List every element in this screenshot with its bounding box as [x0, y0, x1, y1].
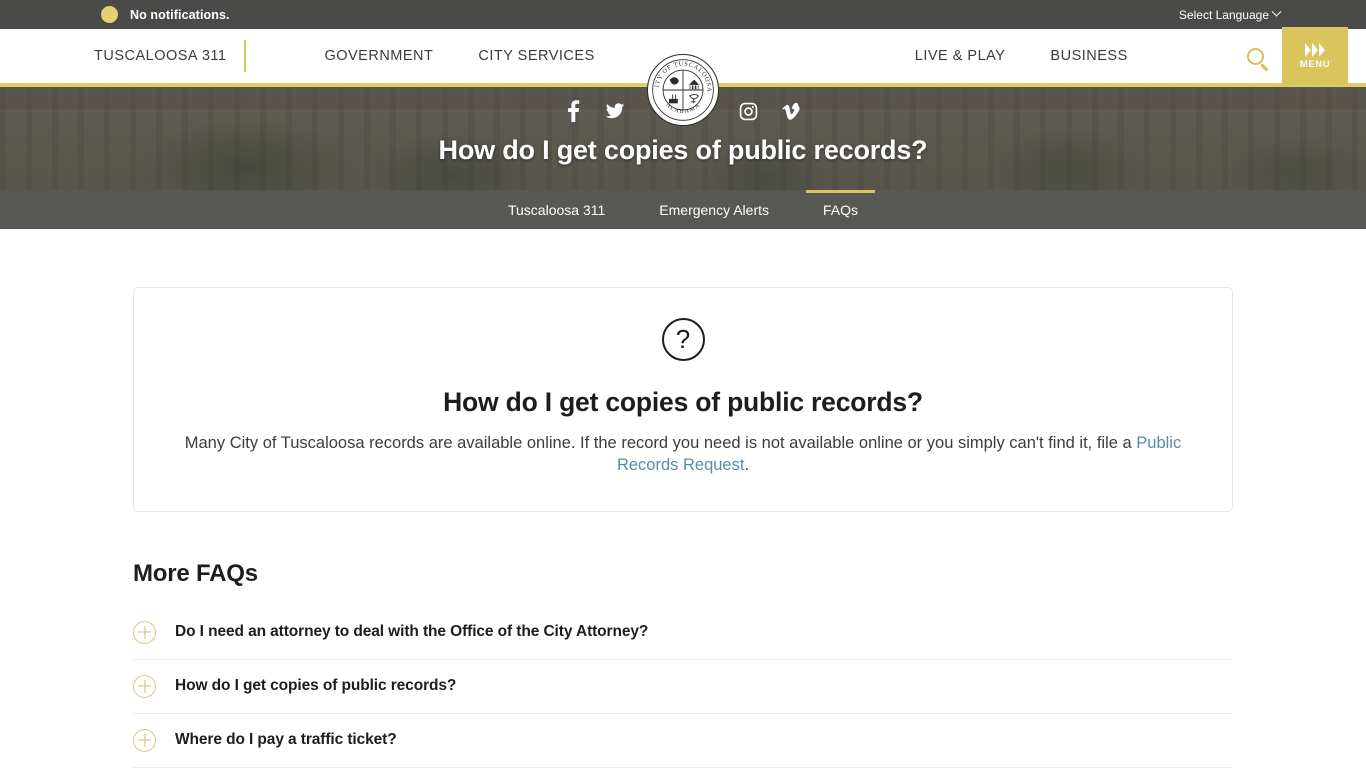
faq-accordion-question: How do I get copies of public records?: [175, 677, 457, 695]
subnav-item-faqs[interactable]: FAQs: [796, 190, 885, 229]
faq-accordion-question: Do I need an attorney to deal with the O…: [175, 623, 649, 641]
nav-item-government[interactable]: GOVERNMENT: [324, 48, 433, 64]
notification-status-text: No notifications.: [130, 7, 230, 22]
notification-status-dot-icon: [101, 6, 118, 23]
featured-faq-card: ? How do I get copies of public records?…: [133, 287, 1233, 512]
menu-button-label: MENU: [1299, 58, 1331, 70]
instagram-icon[interactable]: [739, 102, 758, 121]
plus-circle-icon[interactable]: [133, 620, 156, 644]
more-faqs-list: Do I need an attorney to deal with the O…: [133, 606, 1233, 768]
more-faqs-heading: More FAQs: [133, 559, 258, 587]
nav-item-business[interactable]: BUSINESS: [1050, 48, 1127, 64]
subnav-item-tuscaloosa-311[interactable]: Tuscaloosa 311: [481, 190, 632, 229]
search-icon: [1246, 47, 1264, 65]
plus-circle-icon[interactable]: [133, 728, 156, 752]
main-content: ? How do I get copies of public records?…: [133, 229, 1233, 768]
notification-status: No notifications.: [101, 6, 230, 23]
chevron-down-icon: [1271, 6, 1282, 17]
facebook-icon[interactable]: [566, 100, 581, 122]
secondary-navigation: Tuscaloosa 311 Emergency Alerts FAQs: [0, 190, 1366, 229]
city-of-tuscaloosa-seal-logo[interactable]: CITY OF TUSCALOOSA ALABAMA: [646, 53, 720, 127]
brand-tuscaloosa-311[interactable]: TUSCALOOSA 311: [94, 48, 226, 64]
faq-card-body: Many City of Tuscaloosa records are avai…: [174, 432, 1192, 477]
main-header: TUSCALOOSA 311 GOVERNMENT CITY SERVICES …: [0, 27, 1366, 127]
double-chevron-right-icon: [1305, 42, 1325, 57]
faq-accordion-item[interactable]: How do I get copies of public records?: [133, 660, 1233, 714]
nav-item-live-and-play[interactable]: LIVE & PLAY: [915, 48, 1006, 64]
language-selector-label: Select Language: [1178, 7, 1269, 22]
faq-accordion-item[interactable]: Where do I pay a traffic ticket?: [133, 714, 1233, 768]
notification-bar: No notifications. Select Language: [0, 0, 1366, 29]
question-mark-circle-icon: ?: [661, 318, 705, 361]
primary-navigation: GOVERNMENT CITY SERVICES LIVE & PLAY BUS…: [324, 48, 1127, 64]
vimeo-icon[interactable]: [781, 102, 801, 121]
twitter-icon[interactable]: [605, 101, 625, 121]
faq-card-body-text-after: .: [744, 456, 750, 475]
faq-card-body-text-before: Many City of Tuscaloosa records are avai…: [184, 434, 1137, 452]
hero-title: How do I get copies of public records?: [438, 135, 928, 165]
faq-card-title: How do I get copies of public records?: [443, 387, 923, 417]
faq-accordion-item[interactable]: Do I need an attorney to deal with the O…: [133, 606, 1233, 660]
subnav-item-emergency-alerts[interactable]: Emergency Alerts: [632, 190, 796, 229]
menu-button[interactable]: MENU: [1282, 27, 1348, 85]
language-selector[interactable]: Select Language: [1178, 6, 1282, 22]
plus-circle-icon[interactable]: [133, 674, 156, 698]
search-button[interactable]: [1228, 47, 1282, 65]
header-actions: MENU: [1228, 27, 1366, 85]
nav-item-city-services[interactable]: CITY SERVICES: [478, 48, 594, 64]
brand-divider: [244, 40, 247, 72]
faq-accordion-question: Where do I pay a traffic ticket?: [175, 731, 397, 749]
